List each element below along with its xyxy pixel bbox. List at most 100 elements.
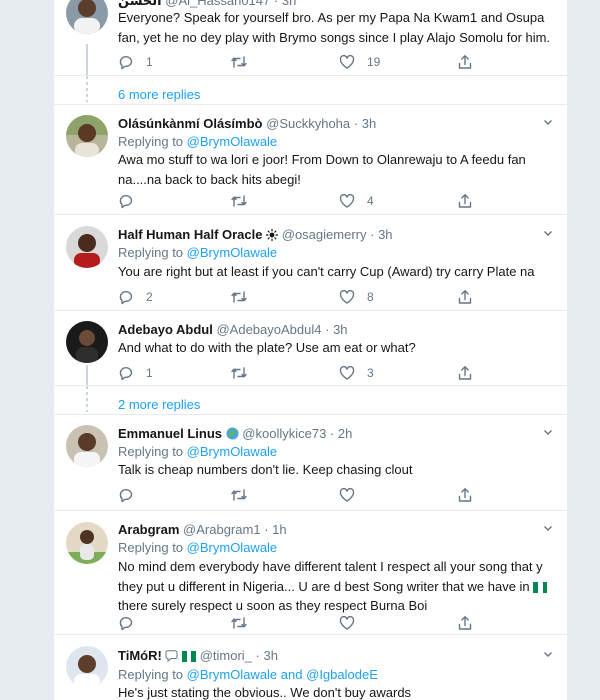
timestamp[interactable]: 3h — [362, 116, 376, 131]
globe-emoji-icon — [226, 427, 239, 440]
display-name[interactable]: Olásúnkànmí Olásímbò — [118, 116, 263, 131]
mention-link[interactable]: @IgbalodeE — [306, 667, 378, 682]
tweet[interactable]: TiMóR! @timori_ · 3h Replying to @BrymOl… — [54, 634, 567, 700]
share-button[interactable] — [457, 191, 473, 211]
replying-to: Replying to @BrymOlawale — [118, 540, 278, 555]
tweet[interactable]: Emmanuel Linus @koollykice73 · 2h Replyi… — [54, 414, 567, 511]
retweet-button[interactable] — [230, 287, 260, 307]
retweet-button[interactable] — [230, 191, 260, 211]
username[interactable]: @Al_Hassan0147 — [165, 0, 270, 8]
avatar[interactable] — [66, 226, 108, 268]
reply-button[interactable] — [118, 191, 146, 211]
replying-to: Replying to @BrymOlawale — [118, 444, 278, 459]
mention-link[interactable]: @BrymOlawale — [187, 444, 278, 459]
retweet-button[interactable] — [230, 363, 260, 383]
speech-bubble-emoji-icon — [165, 650, 178, 662]
share-icon — [458, 55, 472, 69]
username[interactable]: @koollykice73 — [242, 426, 326, 441]
share-button[interactable] — [457, 363, 473, 383]
timestamp[interactable]: 3h — [263, 648, 277, 663]
display-name[interactable]: Adebayo Abdul — [118, 322, 213, 337]
like-button[interactable]: 3 — [339, 363, 374, 383]
tweet-text: Talk is cheap numbers don't lie. Keep ch… — [118, 462, 413, 477]
sun-emoji-icon — [266, 229, 279, 241]
username[interactable]: @osagiemerry — [282, 227, 367, 242]
timestamp[interactable]: 2h — [338, 426, 352, 441]
tweet[interactable]: Arabgram @Arabgram1 · 1h Replying to @Br… — [54, 510, 567, 635]
username[interactable]: @Suckkyhoha — [266, 116, 350, 131]
retweet-icon — [231, 367, 247, 379]
display-name[interactable]: Emmanuel Linus — [118, 426, 222, 441]
reply-count: 1 — [146, 366, 153, 380]
share-icon — [458, 366, 472, 380]
avatar[interactable] — [66, 646, 108, 688]
like-icon — [339, 365, 355, 380]
reply-button[interactable]: 1 — [118, 52, 153, 72]
caret-down-icon[interactable] — [543, 117, 553, 127]
reply-icon — [119, 195, 133, 209]
like-button[interactable]: 8 — [339, 287, 374, 307]
display-name[interactable]: Arabgram — [118, 522, 179, 537]
retweet-icon — [231, 489, 247, 501]
reply-button[interactable] — [118, 613, 146, 633]
share-button[interactable] — [457, 52, 473, 72]
like-count: 3 — [367, 366, 374, 380]
replying-to: Replying to @BrymOlawale — [118, 245, 278, 260]
retweet-button[interactable] — [230, 613, 260, 633]
caret-down-icon[interactable] — [543, 228, 553, 238]
username[interactable]: @Arabgram1 — [183, 522, 261, 537]
share-button[interactable] — [457, 287, 473, 307]
share-button[interactable] — [457, 485, 473, 505]
caret-down-icon[interactable] — [543, 427, 553, 437]
tweet[interactable]: Olásúnkànmí Olásímbò @Suckkyhoha · 3h Re… — [54, 104, 567, 215]
avatar[interactable] — [66, 522, 108, 564]
reply-icon — [119, 489, 133, 503]
avatar[interactable] — [66, 425, 108, 467]
like-icon — [339, 289, 355, 304]
nigeria-flag-icon — [182, 649, 197, 662]
username[interactable]: @timori_ — [200, 648, 252, 663]
thread-line — [86, 365, 88, 387]
like-button[interactable]: 4 — [339, 191, 374, 211]
tweet[interactable]: Adebayo Abdul @AdebayoAbdul4 · 3h And wh… — [54, 310, 567, 387]
timestamp[interactable]: 3h — [282, 0, 296, 8]
more-replies-link[interactable]: 6 more replies — [118, 87, 200, 102]
avatar[interactable] — [66, 321, 108, 363]
nigeria-flag-icon — [533, 579, 548, 593]
mention-link[interactable]: @BrymOlawale — [187, 667, 278, 682]
reply-button[interactable]: 1 — [118, 363, 153, 383]
display-name[interactable]: TiMóR! — [118, 648, 162, 663]
reply-button[interactable] — [118, 485, 146, 505]
tweet-header: Half Human Half Oracle @osagiemerry · 3h — [118, 227, 393, 242]
tweet-header: Arabgram @Arabgram1 · 1h — [118, 522, 287, 537]
username[interactable]: @AdebayoAbdul4 — [216, 322, 321, 337]
like-button[interactable] — [339, 613, 367, 633]
timestamp[interactable]: 3h — [378, 227, 392, 242]
tweet-text-line: No mind dem everybody have different tal… — [118, 559, 543, 574]
tweet-header: Adebayo Abdul @AdebayoAbdul4 · 3h — [118, 322, 348, 337]
like-button[interactable]: 19 — [339, 52, 380, 72]
retweet-button[interactable] — [230, 485, 260, 505]
retweet-button[interactable] — [230, 52, 260, 72]
tweet-header: Emmanuel Linus @koollykice73 · 2h — [118, 426, 353, 441]
like-button[interactable] — [339, 485, 367, 505]
share-button[interactable] — [457, 613, 473, 633]
tweet-actions — [118, 613, 498, 633]
display-name[interactable]: الحسن — [118, 0, 162, 8]
mention-link[interactable]: @BrymOlawale — [187, 134, 278, 149]
avatar[interactable] — [66, 0, 108, 34]
mention-link[interactable]: @BrymOlawale — [187, 540, 278, 555]
tweet[interactable]: Half Human Half Oracle @osagiemerry · 3h… — [54, 214, 567, 311]
reply-button[interactable]: 2 — [118, 287, 153, 307]
timestamp[interactable]: 3h — [333, 322, 347, 337]
tweet-actions — [118, 485, 498, 505]
tweet-actions: 4 — [118, 191, 498, 211]
display-name[interactable]: Half Human Half Oracle — [118, 227, 263, 242]
avatar[interactable] — [66, 115, 108, 157]
tweet[interactable]: الحسن @Al_Hassan0147 · 3h Everyone? Spea… — [54, 0, 567, 79]
mention-link[interactable]: @BrymOlawale — [187, 245, 278, 260]
caret-down-icon[interactable] — [543, 649, 553, 659]
caret-down-icon[interactable] — [543, 523, 553, 533]
timestamp[interactable]: 1h — [272, 522, 286, 537]
more-replies-link[interactable]: 2 more replies — [118, 397, 200, 412]
